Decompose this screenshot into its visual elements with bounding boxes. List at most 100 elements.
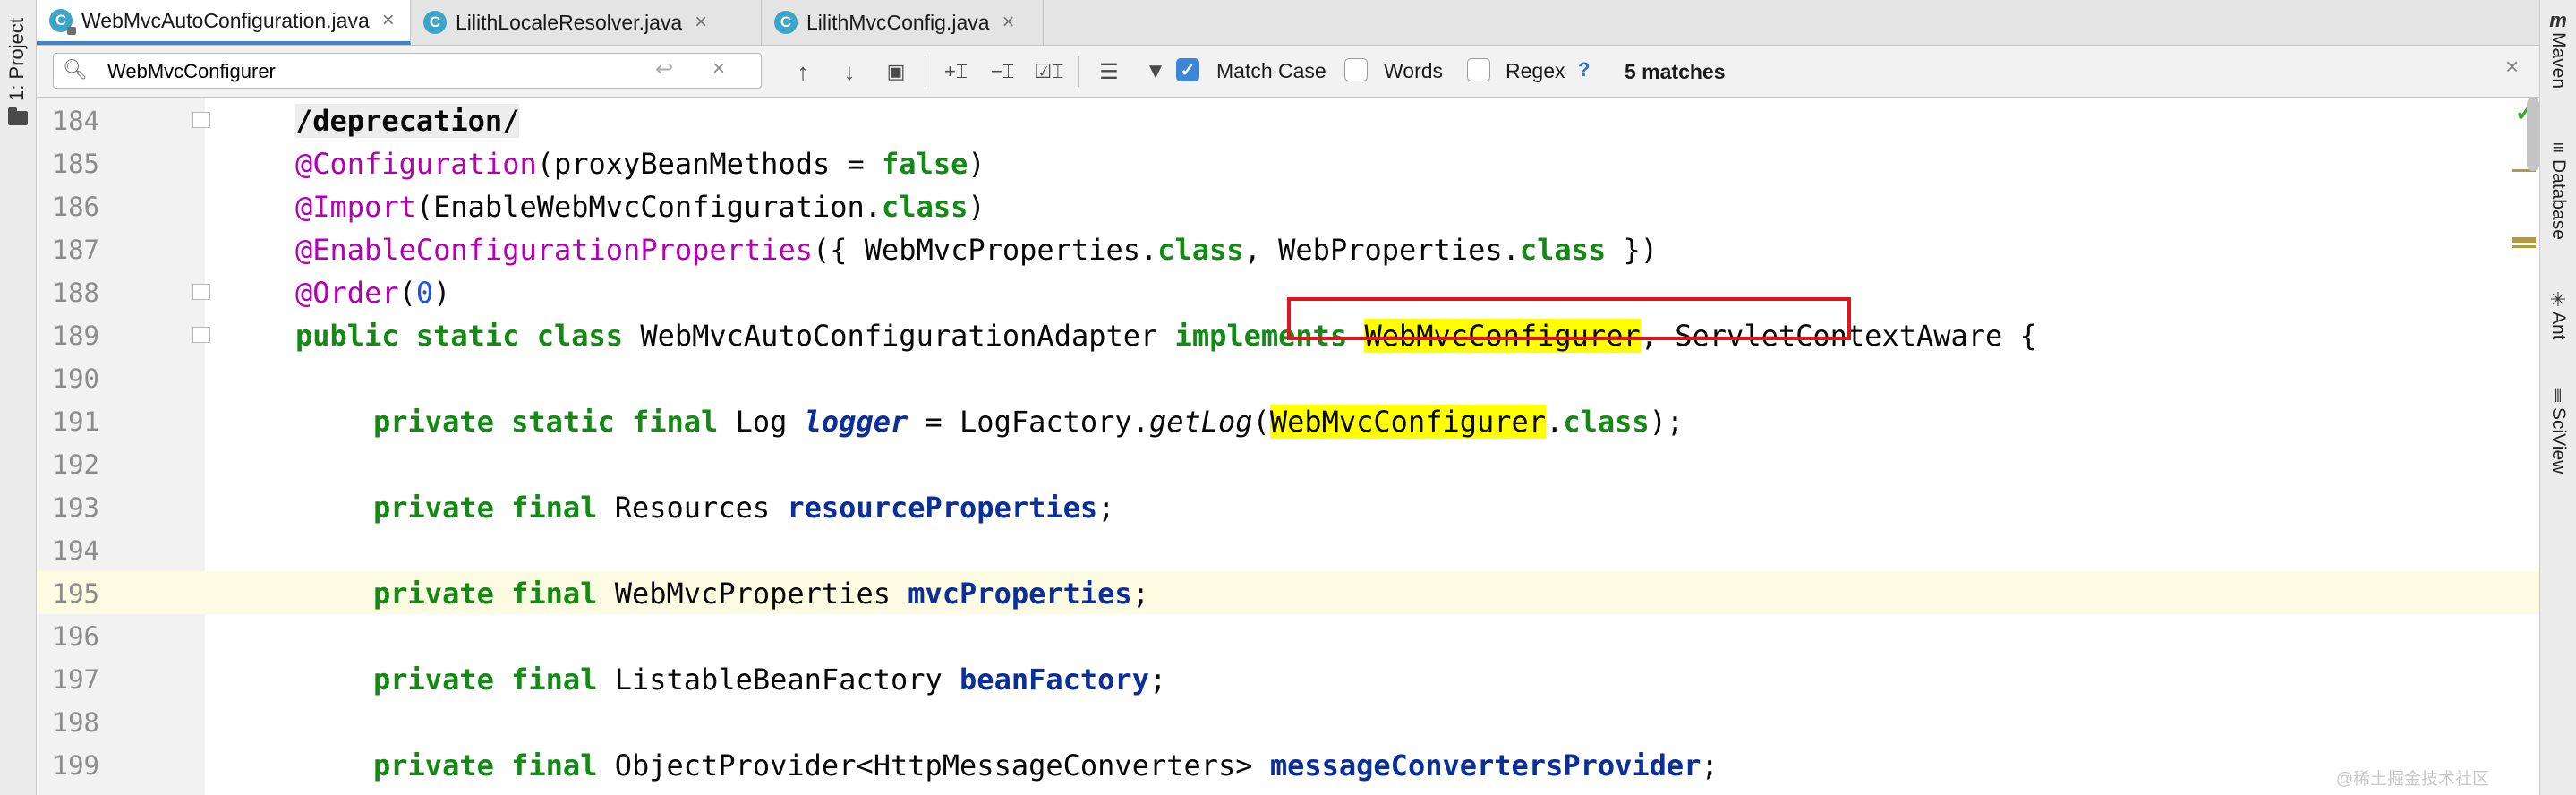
code-token: @Order: [295, 276, 399, 310]
code-token: class: [1519, 233, 1607, 267]
line-number-cell[interactable]: 198: [37, 700, 205, 743]
code-token: Resources: [597, 491, 788, 525]
code-token: /deprecation/: [295, 104, 520, 138]
code-line[interactable]: 196: [37, 614, 2539, 657]
code-line[interactable]: 185 @Configuration(proxyBeanMethods = fal…: [37, 141, 2539, 184]
line-number-cell[interactable]: 196: [37, 614, 205, 657]
tab-label: LilithLocaleResolver.java: [456, 10, 683, 34]
regex-label: Regex: [1506, 59, 1565, 82]
line-number-cell[interactable]: 188: [37, 270, 210, 313]
code-token: ;: [1097, 491, 1115, 525]
code-line[interactable]: 184/deprecation/: [37, 98, 2539, 141]
code-token: private final: [373, 577, 598, 611]
code-text: private static final Log logger = LogFac…: [373, 405, 1684, 439]
line-number-cell[interactable]: 189: [37, 313, 210, 356]
line-number: 188: [52, 278, 99, 308]
close-tab-icon[interactable]: ×: [382, 8, 395, 33]
line-number-cell[interactable]: 184: [37, 98, 210, 141]
project-tool-window-button[interactable]: 1: Project: [5, 18, 29, 101]
search-icon[interactable]: 🔍︎: [63, 58, 88, 81]
code-line[interactable]: 190: [37, 356, 2539, 399]
fold-marker-icon[interactable]: [192, 327, 210, 343]
line-number-cell[interactable]: 185: [37, 141, 205, 184]
code-token: class: [1157, 233, 1244, 267]
match-marker[interactable]: [2512, 245, 2536, 248]
add-selection-for-next-occurrence-icon[interactable]: +⌶: [938, 54, 974, 90]
tab-lilithmvcconfig[interactable]: C LilithMvcConfig.java ×: [762, 0, 1044, 45]
close-tab-icon[interactable]: ×: [1002, 10, 1015, 35]
fold-marker-icon[interactable]: [192, 112, 210, 128]
maven-tool-button[interactable]: m Maven: [2540, 9, 2576, 93]
unselect-occurrence-icon[interactable]: −⌶: [985, 54, 1020, 90]
next-occurrence-icon[interactable]: ↓: [832, 54, 867, 90]
line-number-cell[interactable]: 187: [37, 227, 205, 270]
code-token: );: [1649, 405, 1685, 439]
tab-lilithlocaleresolver[interactable]: C LilithLocaleResolver.java ×: [411, 0, 762, 45]
line-number-cell[interactable]: 197: [37, 657, 205, 700]
code-token: ListableBeanFactory: [597, 662, 960, 697]
line-number: 199: [52, 750, 99, 781]
tab-webmvcautoconfiguration[interactable]: C WebMvcAutoConfiguration.java ×: [37, 0, 411, 45]
code-token: , WebProperties.: [1243, 233, 1520, 267]
close-find-icon[interactable]: ×: [2505, 53, 2519, 81]
code-line[interactable]: 187 @EnableConfigurationProperties({ WebM…: [37, 227, 2539, 270]
line-number-cell[interactable]: 191: [37, 399, 205, 442]
code-token: messageConvertersProvider: [1269, 748, 1702, 782]
filter-search-results-icon[interactable]: ▣: [878, 54, 914, 90]
editor-tab-bar: C WebMvcAutoConfiguration.java × C Lilit…: [37, 0, 2539, 46]
ant-tool-button[interactable]: ✳ Ant: [2540, 288, 2576, 345]
show-filter-popup-icon[interactable]: ☰: [1091, 54, 1127, 90]
code-text: private final ObjectProvider<HttpMessage…: [373, 748, 1719, 782]
sciview-icon: ⫴: [2554, 387, 2563, 406]
search-input[interactable]: [106, 58, 646, 85]
line-number-cell[interactable]: 186: [37, 184, 205, 227]
line-number-cell[interactable]: 190: [37, 356, 205, 399]
line-number-cell[interactable]: 192: [37, 442, 205, 485]
code-editor[interactable]: 184/deprecation/185 @Configuration(proxyB…: [37, 98, 2539, 795]
code-line[interactable]: 191 private static final Log logger = Log…: [37, 399, 2539, 442]
code-line[interactable]: 194: [37, 528, 2539, 571]
close-tab-icon[interactable]: ×: [695, 10, 707, 35]
fold-marker-icon[interactable]: [192, 284, 210, 300]
regex-help-link[interactable]: ?: [1578, 58, 1590, 81]
vertical-scrollbar[interactable]: [2527, 98, 2539, 171]
search-field[interactable]: 🔍︎ ↩ ×: [53, 53, 762, 89]
match-marker[interactable]: [2512, 240, 2536, 243]
tab-label: LilithMvcConfig.java: [806, 10, 990, 34]
code-token: ): [968, 147, 985, 181]
folder-icon[interactable]: [8, 107, 28, 125]
clear-search-icon[interactable]: ×: [712, 56, 725, 81]
code-line[interactable]: 199 private final ObjectProvider<HttpMess…: [37, 743, 2539, 786]
code-line[interactable]: 193 private final Resources resourcePrope…: [37, 485, 2539, 528]
code-token: private final: [373, 748, 598, 782]
code-token: 0: [415, 276, 434, 310]
line-number: 194: [52, 535, 99, 566]
code-token: class: [882, 190, 968, 224]
select-all-occurrences-icon[interactable]: ☑⌶: [1031, 54, 1067, 90]
code-token: public static class: [295, 319, 624, 353]
filter-icon[interactable]: ▼: [1138, 54, 1173, 90]
code-token: = LogFactory.: [908, 405, 1149, 439]
code-line[interactable]: 197 private final ListableBeanFactory bea…: [37, 657, 2539, 700]
new-line-icon[interactable]: ↩: [655, 56, 673, 82]
code-token: WebMvcAutoConfigurationAdapter: [623, 319, 1175, 353]
sciview-tool-button[interactable]: ⫴ SciView: [2540, 387, 2576, 478]
words-checkbox[interactable]: [1344, 58, 1368, 81]
code-line[interactable]: 198: [37, 700, 2539, 743]
code-token: private final: [373, 662, 598, 697]
code-token: @EnableConfigurationProperties: [295, 233, 813, 267]
code-line[interactable]: 195 private final WebMvcProperties mvcPro…: [37, 571, 2539, 614]
code-token: WebMvcProperties: [597, 577, 908, 611]
database-icon: ≡: [2552, 136, 2564, 158]
line-number-cell[interactable]: 194: [37, 528, 205, 571]
database-tool-button[interactable]: ≡ Database: [2540, 136, 2576, 244]
code-line[interactable]: 186 @Import(EnableWebMvcConfiguration.cla…: [37, 184, 2539, 227]
regex-checkbox[interactable]: [1467, 58, 1490, 81]
previous-occurrence-icon[interactable]: ↑: [785, 54, 821, 90]
line-number: 190: [52, 363, 99, 394]
line-number-cell[interactable]: 193: [37, 485, 205, 528]
line-number-cell[interactable]: 195: [37, 571, 205, 614]
line-number-cell[interactable]: 199: [37, 743, 205, 786]
match-case-checkbox[interactable]: ✓: [1176, 58, 1199, 81]
code-line[interactable]: 192: [37, 442, 2539, 485]
